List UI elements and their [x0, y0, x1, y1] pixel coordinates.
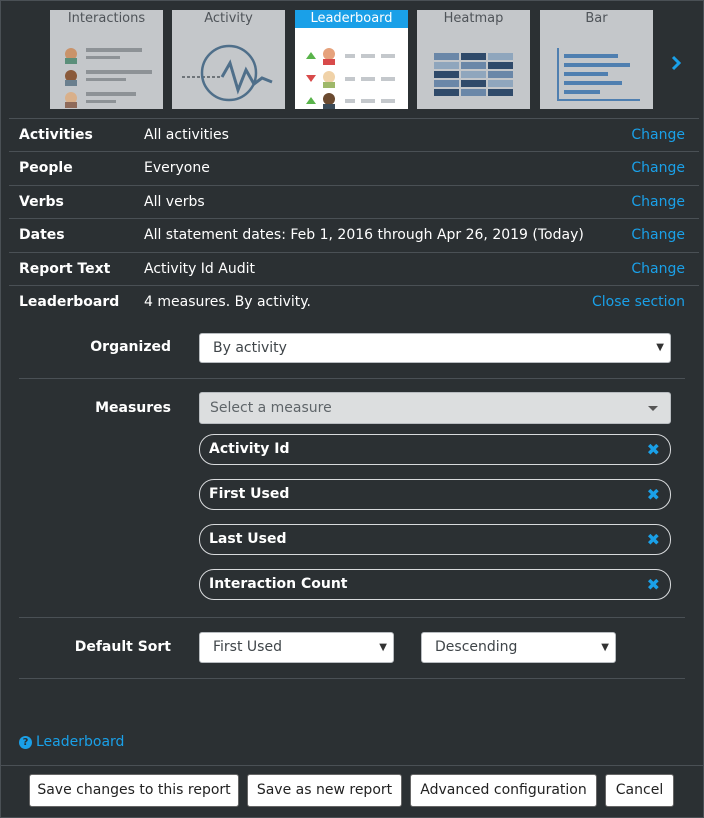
organized-label: Organized: [90, 339, 171, 355]
tab-label: Heatmap: [443, 11, 504, 26]
settings-row-people: People Everyone Change: [9, 151, 699, 185]
tab-activity[interactable]: Activity: [172, 10, 285, 109]
sort-field-value: First Used: [213, 639, 282, 655]
measures-label: Measures: [95, 400, 171, 416]
sort-direction-value: Descending: [435, 639, 518, 655]
leaderboard-preview-icon: [306, 48, 395, 109]
row-value: Everyone: [144, 160, 210, 176]
row-value: Activity Id Audit: [144, 261, 255, 277]
remove-icon[interactable]: ✖: [647, 570, 660, 599]
sort-direction-select[interactable]: Descending ▼: [421, 632, 616, 663]
row-value: All verbs: [144, 194, 205, 210]
divider: [19, 617, 685, 618]
remove-icon[interactable]: ✖: [647, 435, 660, 464]
row-label: Report Text: [19, 261, 111, 277]
measure-tag: Interaction Count ✖: [199, 569, 671, 600]
tab-label: Leaderboard: [295, 10, 408, 28]
divider: [19, 678, 685, 679]
sort-field-select[interactable]: First Used ▼: [199, 632, 394, 663]
change-people-link[interactable]: Change: [631, 160, 685, 176]
measure-tag: Last Used ✖: [199, 524, 671, 555]
bar-preview-icon: [557, 48, 640, 101]
cancel-button[interactable]: Cancel: [605, 774, 674, 807]
measure-tag-label: Activity Id: [209, 441, 290, 457]
measure-tag-label: First Used: [209, 486, 290, 502]
tab-label: Bar: [585, 11, 608, 26]
divider: [19, 378, 685, 379]
tab-bar[interactable]: Bar: [540, 10, 653, 109]
footer-actions: Save changes to this report Save as new …: [1, 765, 704, 818]
row-label: Activities: [19, 127, 93, 143]
organized-value: By activity: [213, 340, 287, 356]
save-changes-button[interactable]: Save changes to this report: [29, 774, 239, 807]
tab-heatmap[interactable]: Heatmap: [417, 10, 530, 109]
row-value: 4 measures. By activity.: [144, 294, 312, 310]
caret-down-icon: [648, 406, 658, 411]
chevron-right-icon[interactable]: [667, 53, 685, 73]
heatmap-preview-icon: [434, 53, 513, 96]
measure-select[interactable]: Select a measure: [199, 392, 671, 424]
settings-row-activities: Activities All activities Change: [9, 118, 699, 152]
settings-row-dates: Dates All statement dates: Feb 1, 2016 t…: [9, 218, 699, 252]
caret-down-icon: ▼: [379, 642, 387, 653]
row-value: All statement dates: Feb 1, 2016 through…: [144, 227, 584, 243]
help-link-label: Leaderboard: [36, 734, 125, 750]
caret-down-icon: ▼: [601, 642, 609, 653]
settings-row-leaderboard: Leaderboard 4 measures. By activity. Clo…: [9, 285, 699, 319]
row-label: Leaderboard: [19, 294, 120, 310]
measure-tag: First Used ✖: [199, 479, 671, 510]
close-section-link[interactable]: Close section: [592, 294, 685, 310]
tab-label: Activity: [204, 11, 253, 26]
row-label: People: [19, 160, 73, 176]
change-report-text-link[interactable]: Change: [631, 261, 685, 277]
change-activities-link[interactable]: Change: [631, 127, 685, 143]
organized-select[interactable]: By activity ▼: [199, 333, 671, 363]
settings-row-verbs: Verbs All verbs Change: [9, 185, 699, 219]
remove-icon[interactable]: ✖: [647, 525, 660, 554]
save-as-new-button[interactable]: Save as new report: [247, 774, 402, 807]
measure-tag-label: Interaction Count: [209, 576, 348, 592]
measure-tag-label: Last Used: [209, 531, 287, 547]
tab-label: Interactions: [67, 11, 146, 26]
row-label: Verbs: [19, 194, 64, 210]
change-dates-link[interactable]: Change: [631, 227, 685, 243]
tab-interactions[interactable]: Interactions: [50, 10, 163, 109]
default-sort-label: Default Sort: [74, 639, 171, 655]
measure-select-placeholder: Select a measure: [210, 400, 332, 416]
measure-tag: Activity Id ✖: [199, 434, 671, 465]
tab-leaderboard[interactable]: Leaderboard: [295, 10, 408, 109]
row-value: All activities: [144, 127, 229, 143]
leaderboard-help-link[interactable]: ? Leaderboard: [19, 734, 124, 750]
interactions-preview-icon: [65, 48, 152, 108]
row-label: Dates: [19, 227, 65, 243]
report-editor-panel: Interactions Activity Leaderboard Heatma…: [0, 0, 704, 818]
settings-row-report-text: Report Text Activity Id Audit Change: [9, 252, 699, 286]
caret-down-icon: ▼: [656, 342, 664, 353]
advanced-configuration-button[interactable]: Advanced configuration: [410, 774, 597, 807]
change-verbs-link[interactable]: Change: [631, 194, 685, 210]
remove-icon[interactable]: ✖: [647, 480, 660, 509]
question-icon: ?: [19, 736, 32, 749]
activity-preview-icon: [182, 44, 273, 102]
